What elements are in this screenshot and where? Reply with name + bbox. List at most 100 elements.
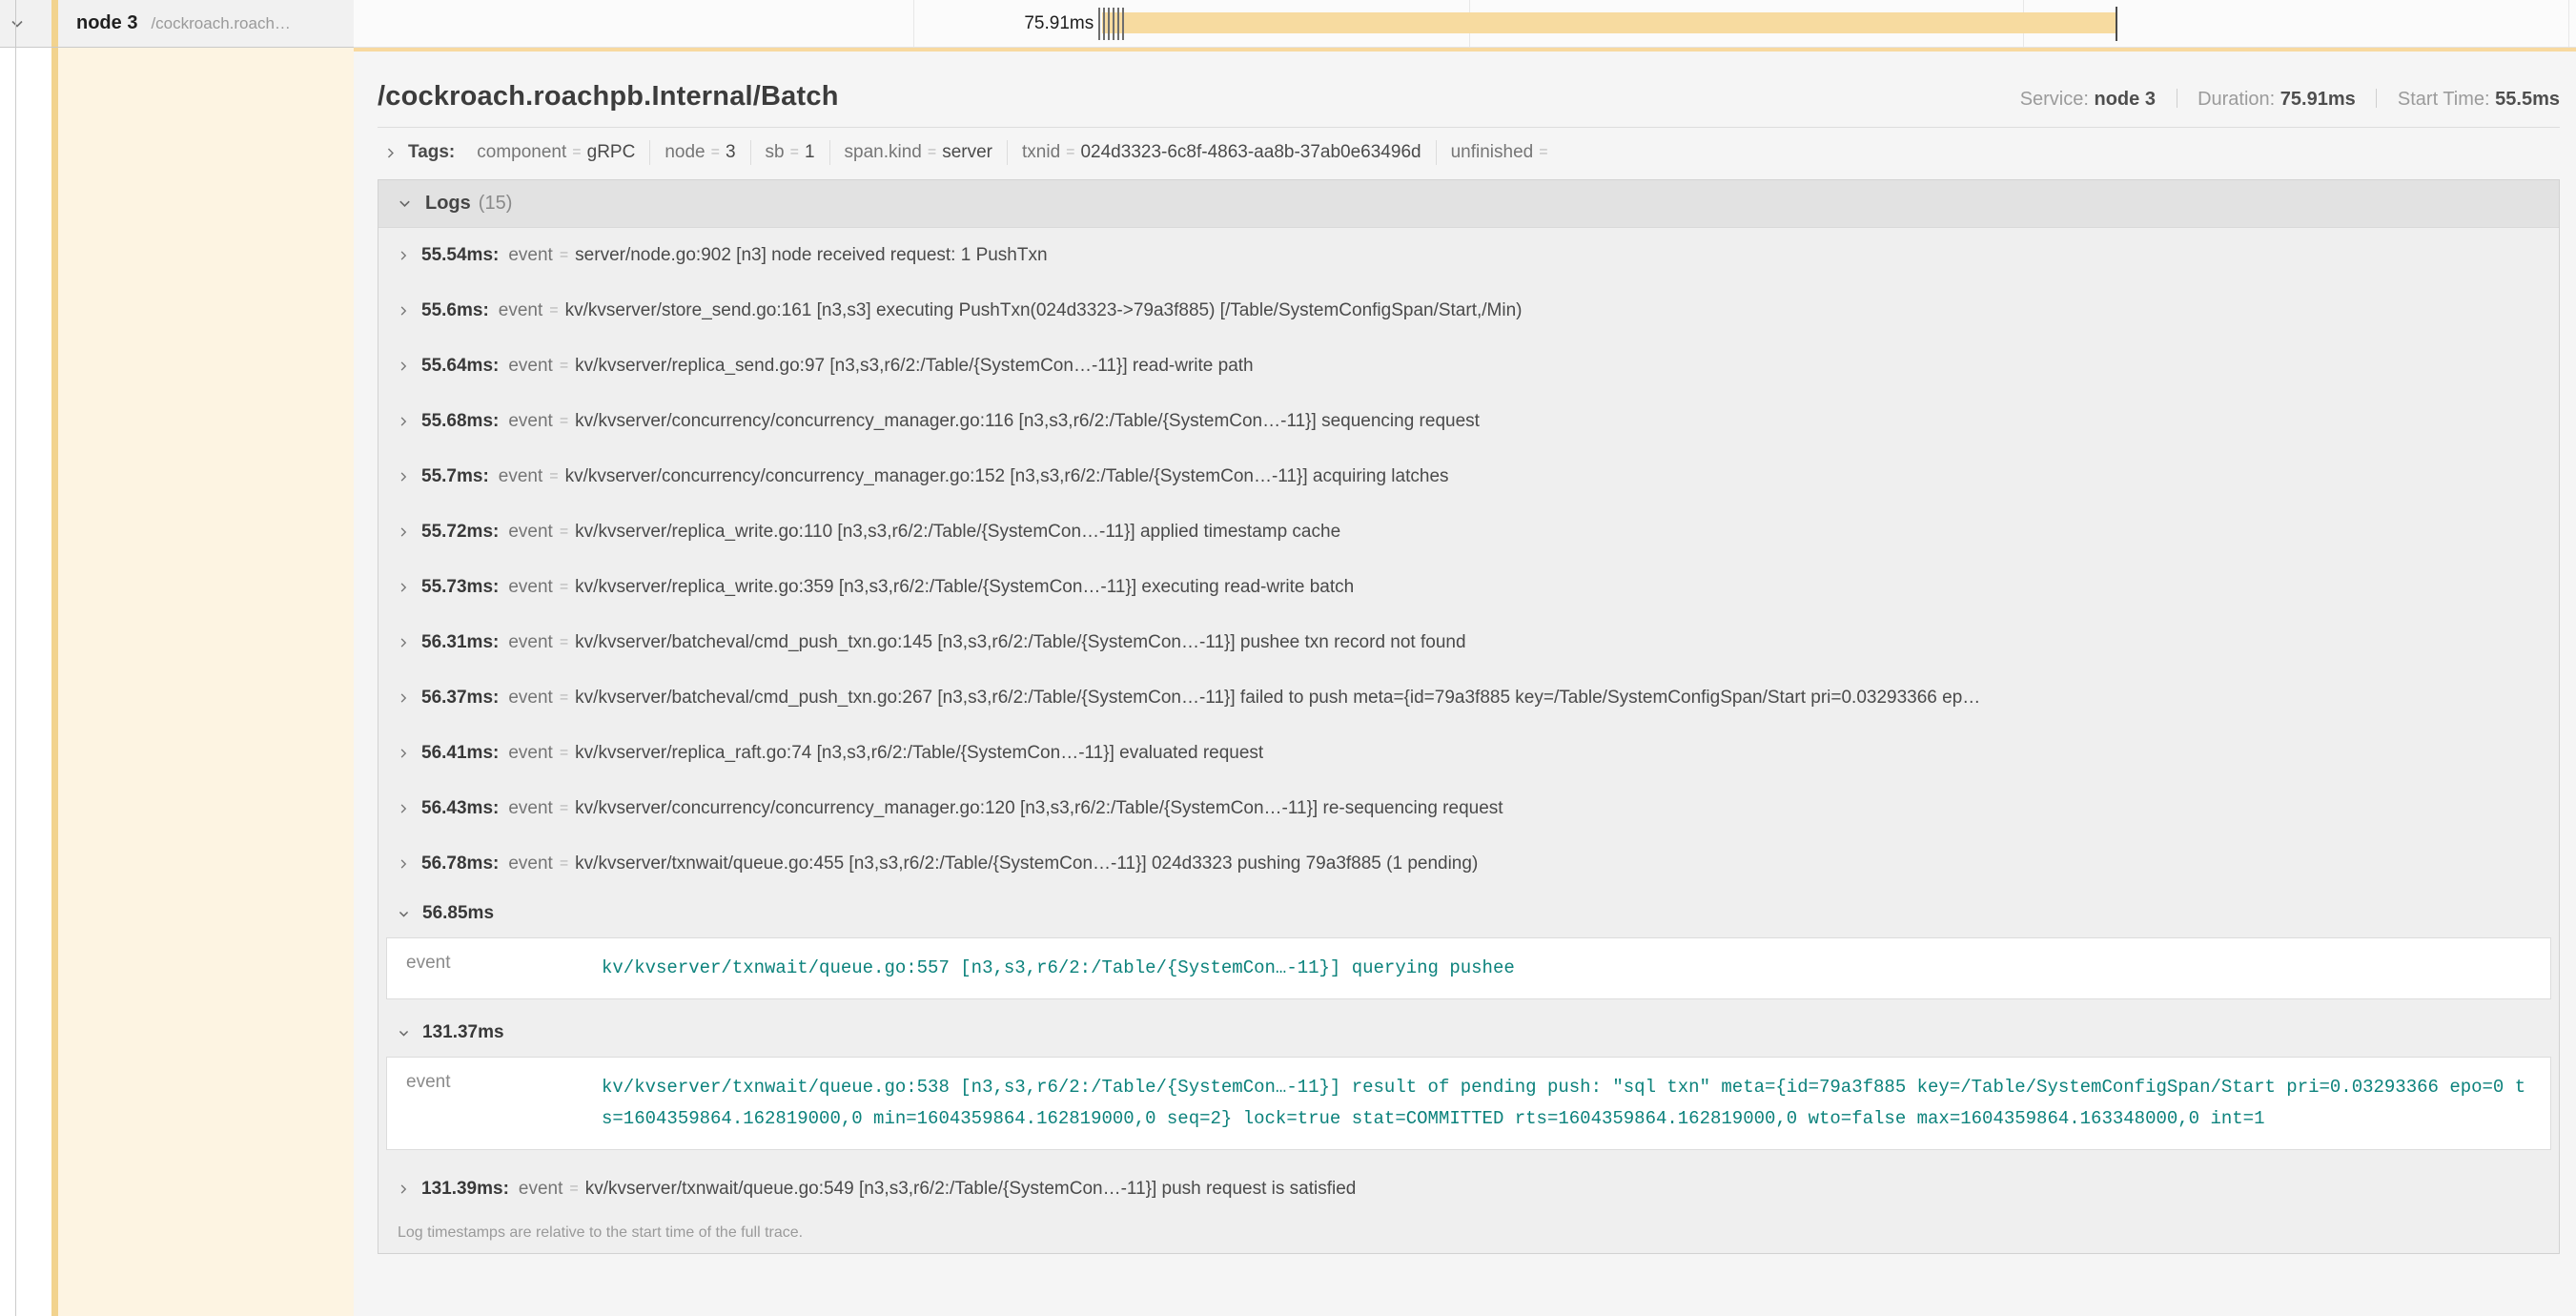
span-operation-name: /cockroach.roach… [151, 14, 290, 33]
log-equals-sign: = [569, 1181, 578, 1198]
log-timestamp: 55.73ms: [421, 577, 499, 598]
log-entry-row[interactable]: 55.54ms:event=server/node.go:902 [n3] no… [378, 228, 2559, 283]
log-field-value: kv/kvserver/replica_write.go:110 [n3,s3,… [575, 522, 1340, 543]
divider [15, 48, 16, 1316]
log-entry-row[interactable]: 55.72ms:event=kv/kvserver/replica_write.… [378, 504, 2559, 560]
chevron-right-icon[interactable] [398, 748, 409, 759]
chevron-right-icon[interactable] [398, 305, 409, 317]
log-equals-sign: = [560, 524, 568, 541]
log-timestamp: 55.7ms: [421, 466, 489, 487]
log-equals-sign: = [560, 745, 568, 762]
log-timestamp: 55.54ms: [421, 245, 499, 266]
log-field-value: kv/kvserver/store_send.go:161 [n3,s3] ex… [565, 300, 1523, 321]
chevron-down-icon[interactable] [10, 16, 25, 31]
log-field-key: event [499, 466, 542, 487]
log-field-value: server/node.go:902 [n3] node received re… [575, 245, 1047, 266]
tag-item: unfinished= [1437, 140, 1568, 165]
chevron-right-icon[interactable] [398, 471, 409, 483]
tag-equals-sign: = [790, 144, 799, 161]
service-label: Service: [2020, 89, 2089, 110]
log-entry-row[interactable]: 56.43ms:event=kv/kvserver/concurrency/co… [378, 781, 2559, 836]
tag-key: unfinished [1451, 142, 1534, 163]
log-field-value: kv/kvserver/concurrency/concurrency_mana… [575, 411, 1480, 432]
log-field-value: kv/kvserver/replica_write.go:359 [n3,s3,… [575, 577, 1354, 598]
tag-key: txnid [1022, 142, 1060, 163]
chevron-right-icon[interactable] [398, 526, 409, 538]
log-entry-row[interactable]: 55.7ms: event = kv/kvserver/concurrency/con… [378, 449, 2559, 504]
span-service-name: node 3 [76, 12, 137, 34]
log-field-key: event [508, 632, 552, 653]
log-equals-sign: = [560, 247, 568, 264]
chevron-right-icon[interactable] [398, 692, 409, 704]
log-timestamp: 56.85ms [422, 903, 494, 924]
left-gutter [0, 48, 354, 1316]
log-timestamp: 131.37ms [422, 1022, 504, 1043]
logs-title: Logs [425, 193, 471, 215]
span-timeline-cell[interactable]: 75.91ms [354, 0, 2576, 48]
tags-section[interactable]: Tags: component=gRPCnode=3sb=1span.kind=… [378, 128, 2560, 175]
tags-label: Tags: [408, 142, 455, 163]
span-duration-bar[interactable] [1102, 12, 2116, 33]
log-equals-sign: = [560, 579, 568, 596]
log-field-key: event [508, 743, 552, 764]
chevron-right-icon[interactable] [398, 360, 409, 372]
log-field-value: kv/kvserver/txnwait/queue.go:549 [n3,s3,… [585, 1179, 1357, 1200]
tag-key: sb [766, 142, 785, 163]
log-field-value: kv/kvserver/concurrency/concurrency_mana… [565, 466, 1449, 487]
log-field-key: event [508, 522, 552, 543]
tag-item: txnid=024d3323-6c8f-4863-aa8b-37ab0e6349… [1008, 140, 1437, 165]
chevron-down-icon[interactable] [398, 1027, 410, 1039]
span-meta: Service: node 3 Duration: 75.91ms Start … [2020, 89, 2560, 111]
tag-item: sb=1 [751, 140, 830, 165]
start-time-value: 55.5ms [2495, 89, 2560, 110]
chevron-right-icon[interactable] [398, 803, 409, 814]
log-timestamp: 56.31ms: [421, 632, 499, 653]
chevron-down-icon[interactable] [398, 908, 410, 920]
log-equals-sign: = [560, 634, 568, 651]
log-field-value: kv/kvserver/txnwait/queue.go:455 [n3,s3,… [575, 853, 1478, 874]
chevron-right-icon[interactable] [398, 416, 409, 427]
log-entry-row[interactable]: 55.64ms:event=kv/kvserver/replica_send.g… [378, 339, 2559, 394]
tag-key: node [664, 142, 705, 163]
log-field-value: kv/kvserver/batcheval/cmd_push_txn.go:14… [575, 632, 1465, 653]
log-entry-row[interactable]: 56.31ms: event = kv/kvserver/batcheval/cmd_… [378, 615, 2559, 670]
log-equals-sign: = [549, 468, 558, 485]
log-field-key: event [508, 356, 552, 377]
chevron-right-icon[interactable] [398, 250, 409, 261]
span-color-accent [51, 0, 58, 47]
chevron-right-icon[interactable] [398, 582, 409, 593]
log-field-key: event [508, 411, 552, 432]
chevron-right-icon[interactable] [384, 147, 397, 159]
span-end-marker [2116, 7, 2117, 41]
log-tick-marks [1098, 8, 1124, 40]
log-entry-row[interactable]: 56.37ms:event=kv/kvserver/batcheval/cmd_… [378, 670, 2559, 726]
chevron-right-icon[interactable] [398, 637, 409, 648]
log-entry-row[interactable]: 56.41ms:event=kv/kvserver/replica_raft.g… [378, 726, 2559, 781]
log-entry-row[interactable]: 55.68ms:event=kv/kvserver/concurrency/co… [378, 394, 2559, 449]
divider [15, 0, 16, 47]
log-timestamp: 55.64ms: [421, 356, 499, 377]
selected-row-highlight [58, 48, 354, 1316]
tag-equals-sign: = [1066, 144, 1074, 161]
chevron-right-icon[interactable] [398, 1183, 409, 1195]
tag-item: node=3 [650, 140, 750, 165]
log-field-key: event [508, 798, 552, 819]
log-entry-expanded-header[interactable]: 131.37ms [378, 1011, 2559, 1055]
log-entry-row[interactable]: 55.73ms: event = kv/kvserver/replica_write.… [378, 560, 2559, 615]
log-entry-expanded-header[interactable]: 56.85ms [378, 892, 2559, 936]
log-field-key: event [508, 577, 552, 598]
log-timestamp: 131.39ms: [421, 1179, 509, 1200]
span-name-cell[interactable]: node 3 /cockroach.roach… [0, 0, 354, 48]
logs-section-header[interactable]: Logs (15) [378, 180, 2559, 228]
log-entry-row[interactable]: 131.39ms: event = kv/kvserver/txnwait/queue… [378, 1162, 2559, 1217]
log-field-value: kv/kvserver/replica_send.go:97 [n3,s3,r6… [575, 356, 1253, 377]
log-entry-row[interactable]: 56.78ms:event=kv/kvserver/txnwait/queue.… [378, 836, 2559, 892]
log-entry-row[interactable]: 55.6ms:event=kv/kvserver/store_send.go:1… [378, 283, 2559, 339]
log-equals-sign: = [560, 413, 568, 430]
log-field-value: kv/kvserver/replica_raft.go:74 [n3,s3,r6… [575, 743, 1263, 764]
chevron-right-icon[interactable] [398, 858, 409, 870]
log-timestamp: 56.37ms: [421, 688, 499, 709]
chevron-down-icon[interactable] [398, 196, 412, 211]
tags-list: component=gRPCnode=3sb=1span.kind=server… [462, 140, 1567, 165]
log-field-key: event [519, 1179, 562, 1200]
